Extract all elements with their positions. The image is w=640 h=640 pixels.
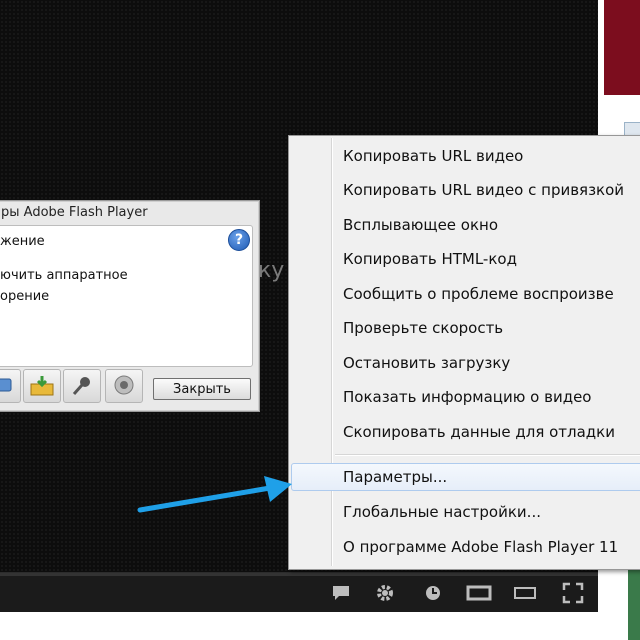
hardware-acceleration-checkbox-label-line2[interactable]: орение: [0, 289, 49, 304]
menu-item-about-flash-player[interactable]: О программе Adobe Flash Player 11: [291, 533, 640, 561]
camera-icon[interactable]: [105, 369, 143, 403]
storage-icon[interactable]: [23, 369, 61, 403]
sidebar-banner: [604, 0, 640, 95]
mini-player-icon[interactable]: [512, 581, 538, 605]
flash-settings-dialog: ры Adobe Flash Player жение ючить аппара…: [0, 200, 260, 412]
settings-panel: жение ючить аппаратное орение ?: [0, 225, 253, 367]
context-menu: Копировать URL видео Копировать URL виде…: [288, 135, 640, 570]
menu-item-settings[interactable]: Параметры...: [291, 463, 640, 491]
microphone-icon[interactable]: [63, 369, 101, 403]
menu-item-copy-video-url[interactable]: Копировать URL видео: [291, 142, 640, 170]
menu-item-check-speed[interactable]: Проверьте скорость: [291, 314, 640, 342]
annotations-icon[interactable]: [328, 581, 354, 605]
dialog-title: ры Adobe Flash Player: [1, 205, 148, 220]
progress-bar[interactable]: [0, 573, 598, 576]
video-overlay-text: ку: [258, 258, 285, 283]
hardware-acceleration-checkbox-label[interactable]: ючить аппаратное: [0, 268, 128, 283]
close-button[interactable]: Закрыть: [153, 378, 251, 400]
theater-mode-icon[interactable]: [466, 581, 492, 605]
menu-item-stop-download[interactable]: Остановить загрузку: [291, 349, 640, 377]
annotation-arrow-icon: [137, 476, 292, 513]
menu-item-copy-embed-code[interactable]: Копировать HTML-код: [291, 245, 640, 273]
menu-item-copy-video-url-at-time[interactable]: Копировать URL видео с привязкой: [291, 176, 640, 204]
gear-icon[interactable]: [372, 581, 398, 605]
fullscreen-icon[interactable]: [560, 581, 586, 605]
menu-item-copy-debug-info[interactable]: Скопировать данные для отладки: [291, 418, 640, 446]
watch-later-icon[interactable]: [420, 581, 446, 605]
help-icon[interactable]: ?: [228, 229, 250, 251]
sidebar-image[interactable]: [628, 560, 640, 640]
menu-item-global-settings[interactable]: Глобальные настройки...: [291, 498, 640, 526]
player-control-bar: [0, 572, 598, 612]
menu-separator: [335, 454, 640, 456]
menu-item-popout[interactable]: Всплывающее окно: [291, 211, 640, 239]
menu-item-stats-for-nerds[interactable]: Показать информацию о видео: [291, 383, 640, 411]
panel-heading: жение: [0, 234, 45, 249]
menu-item-report-playback-issue[interactable]: Сообщить о проблеме воспроизве: [291, 280, 640, 308]
display-icon[interactable]: [0, 369, 21, 403]
